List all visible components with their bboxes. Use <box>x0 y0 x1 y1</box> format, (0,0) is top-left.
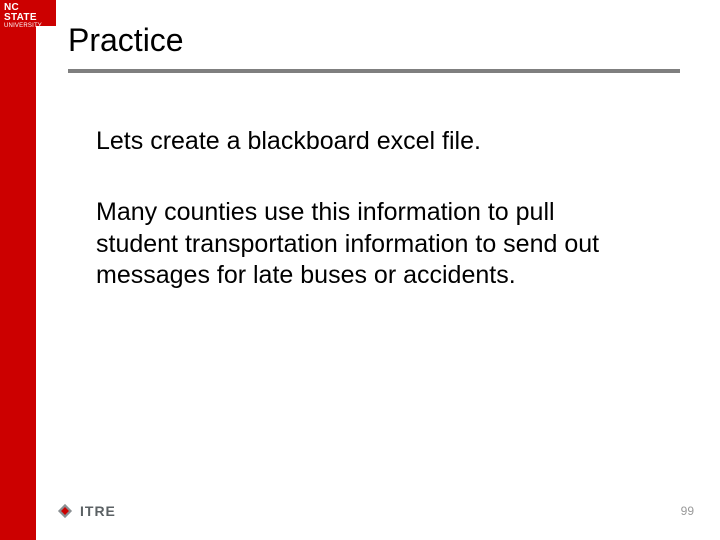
paragraph-1: Lets create a blackboard excel file. <box>96 126 616 157</box>
page-title: Practice <box>68 22 680 67</box>
logo-line-2: UNIVERSITY <box>4 23 52 29</box>
body-text: Lets create a blackboard excel file. Man… <box>96 126 616 291</box>
itre-logo-text: ITRE <box>80 503 116 519</box>
diamond-icon <box>56 502 74 520</box>
slide: NC STATE UNIVERSITY Practice Lets create… <box>0 0 720 540</box>
logo-line-1: NC STATE <box>4 3 52 23</box>
page-number: 99 <box>681 504 694 518</box>
ncstate-logo: NC STATE UNIVERSITY <box>0 0 56 26</box>
left-accent-bar <box>0 0 36 540</box>
title-divider <box>68 69 680 73</box>
itre-logo: ITRE <box>56 502 116 520</box>
paragraph-2: Many counties use this information to pu… <box>96 197 616 291</box>
title-area: Practice <box>68 22 680 73</box>
